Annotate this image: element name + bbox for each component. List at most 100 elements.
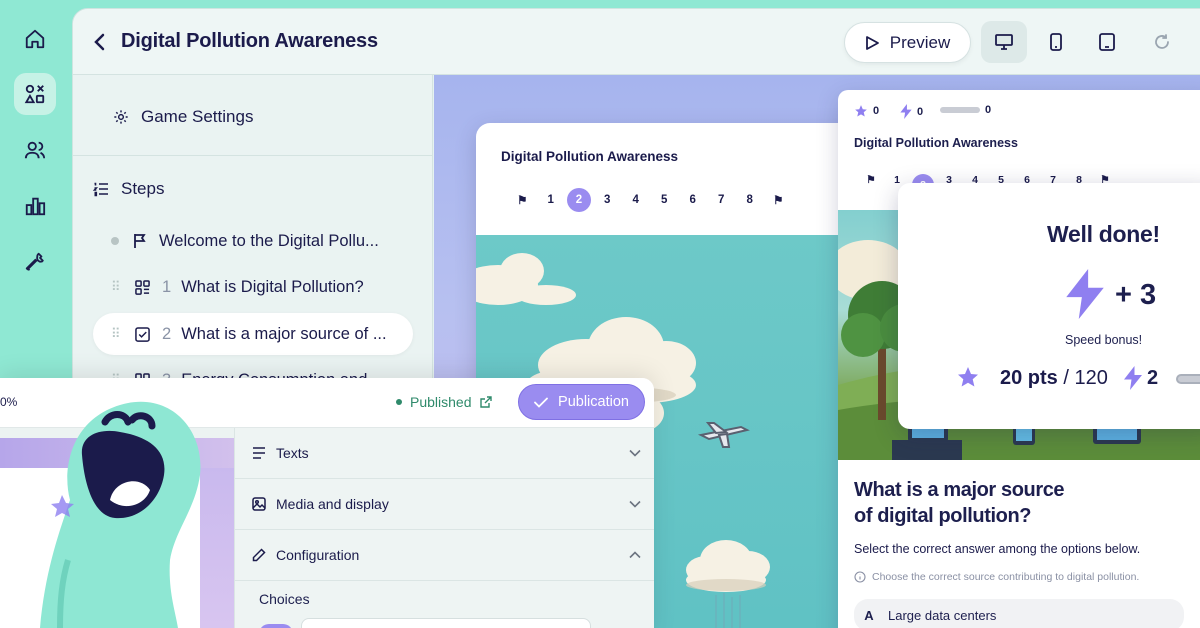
step-label: Welcome to the Digital Pollu... — [159, 231, 379, 250]
game-title: Digital Pollution Awareness — [501, 149, 679, 164]
gear-icon — [114, 110, 128, 124]
progress-pill — [1176, 374, 1200, 384]
chevron-left-icon — [94, 33, 105, 51]
step-progress: ⚑ 1 2 3 4 5 6 7 8 ⚑ — [508, 188, 793, 212]
step-dot — [111, 237, 119, 245]
publication-label: Publication — [558, 394, 629, 410]
section-label: Texts — [276, 445, 309, 461]
game-title: Digital Pollution Awareness — [854, 136, 1018, 150]
list-numbered-icon — [93, 182, 108, 197]
nav-users[interactable] — [14, 129, 56, 171]
step-dot[interactable]: 8 — [736, 194, 765, 206]
step-number: 1 — [162, 277, 172, 296]
users-icon — [24, 141, 46, 159]
lightning-icon — [1066, 269, 1104, 319]
mascot-illustration — [40, 401, 201, 628]
choices-label: Choices — [259, 591, 310, 607]
back-button[interactable] — [93, 32, 107, 52]
configuration-section[interactable]: Configuration — [235, 530, 654, 581]
step-2[interactable]: ⠿ 2 What is a major source of ... — [93, 313, 413, 355]
step-1[interactable]: ⠿ 1 What is Digital Pollution? — [93, 266, 413, 308]
phone-icon — [1050, 33, 1062, 51]
game-settings-link[interactable]: Game Settings — [113, 107, 253, 127]
choice-input[interactable] — [301, 618, 591, 628]
info-icon — [854, 571, 866, 583]
steps-label: Steps — [121, 179, 165, 198]
top-bar: Digital Pollution Awareness Preview — [73, 9, 1200, 75]
nav-stats[interactable] — [14, 185, 56, 227]
media-section[interactable]: Media and display — [235, 479, 654, 530]
mobile-view-button[interactable] — [1033, 21, 1079, 63]
question-line: What is a major source — [854, 479, 1065, 501]
drag-handle-icon[interactable]: ⠿ — [111, 327, 121, 340]
start-flag-icon: ⚑ — [866, 174, 876, 186]
section-label: Configuration — [276, 547, 360, 563]
feedback-popup: Well done! + 3 Speed bonus! 20 pts / 120… — [898, 183, 1200, 429]
external-link-icon — [479, 396, 492, 408]
chevron-up-icon — [629, 551, 641, 559]
nav-home[interactable] — [14, 18, 56, 60]
step-welcome[interactable]: Welcome to the Digital Pollu... — [93, 220, 413, 262]
image-icon — [252, 497, 266, 511]
nav-games[interactable] — [14, 73, 56, 115]
step-dot[interactable]: 5 — [650, 194, 679, 206]
tablet-view-button[interactable] — [1084, 21, 1130, 63]
properties-panel: Texts Media and display Configuration Ch… — [234, 428, 654, 628]
nav-tools[interactable] — [14, 241, 56, 283]
answer-letter: A — [864, 607, 874, 623]
step-dot[interactable]: 3 — [593, 194, 622, 206]
wrench-icon — [25, 252, 44, 271]
end-flag-icon: ⚑ — [773, 195, 784, 207]
preview-label: Preview — [889, 32, 951, 52]
home-icon — [25, 29, 45, 49]
question-instruction: Select the correct answer among the opti… — [854, 542, 1141, 556]
points-value: 20 pts — [1000, 367, 1058, 389]
bolts-counter: 0 — [900, 104, 923, 119]
question-line: of digital pollution? — [854, 505, 1032, 527]
progress-counter: 0 — [940, 104, 991, 116]
monitor-icon — [995, 34, 1013, 50]
step-dot[interactable]: 1 — [537, 194, 566, 206]
refresh-button[interactable] — [1139, 21, 1185, 63]
refresh-icon — [1155, 34, 1169, 49]
chevron-down-icon — [629, 500, 641, 508]
step-label: What is Digital Pollution? — [181, 277, 364, 296]
step-number: 2 — [162, 324, 172, 343]
desktop-view-button[interactable] — [981, 21, 1027, 63]
stars-counter: 0 — [854, 104, 879, 118]
status-label: Published — [410, 394, 472, 410]
preview-button[interactable]: Preview — [844, 22, 971, 63]
step-dot[interactable]: 7 — [707, 194, 736, 206]
bonus-label: Speed bonus! — [1065, 333, 1143, 347]
choice-toggle[interactable] — [259, 624, 293, 628]
step-dot-current[interactable]: 2 — [567, 188, 591, 212]
answer-option[interactable]: A Large data centers — [854, 599, 1184, 628]
page-title: Digital Pollution Awareness — [121, 30, 378, 52]
play-icon — [865, 35, 879, 50]
game-settings-label: Game Settings — [141, 107, 254, 126]
lightning-icon — [900, 104, 912, 119]
texts-section[interactable]: Texts — [235, 428, 654, 479]
tablet-icon — [1099, 33, 1115, 51]
step-dot[interactable]: 6 — [679, 194, 708, 206]
bolts-value: 0 — [917, 105, 924, 118]
popup-title: Well done! — [1047, 221, 1160, 247]
question-title: What is a major source of digital pollut… — [854, 477, 1134, 529]
step-dot[interactable]: 4 — [622, 194, 651, 206]
checkbox-icon — [135, 326, 150, 342]
bolt-count: 2 — [1147, 367, 1159, 389]
start-flag-icon: ⚑ — [517, 195, 528, 207]
drag-handle-icon[interactable]: ⠿ — [111, 280, 121, 293]
shapes-icon — [24, 84, 45, 104]
step-label: What is a major source of ... — [181, 324, 387, 343]
section-label: Media and display — [276, 496, 389, 512]
divider — [73, 155, 433, 156]
steps-heading: Steps — [93, 179, 164, 199]
publication-button[interactable]: Publication — [518, 384, 645, 420]
question-hint: Choose the correct source contributing t… — [854, 571, 1139, 583]
points-display: 20 pts / 120 — [1000, 367, 1108, 390]
lightning-icon — [1124, 366, 1142, 390]
align-left-icon — [253, 447, 265, 459]
published-status[interactable]: Published — [396, 394, 492, 410]
star-icon — [958, 367, 978, 387]
